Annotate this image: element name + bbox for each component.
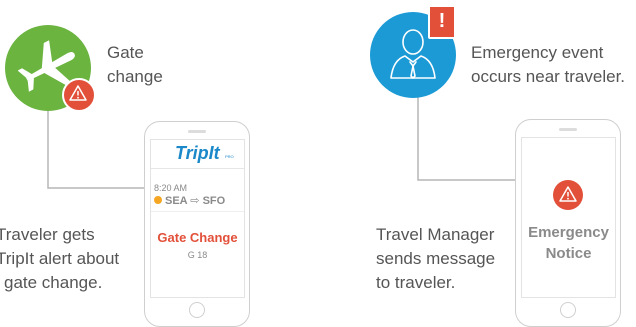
phone-screen: Emergency Notice [521,137,616,298]
caption-line: Traveler gets [0,225,95,244]
emergency-event-label: Emergency event occurs near traveler. [471,41,625,89]
flight-route: SEA ⇨ SFO [154,194,225,207]
flight-time: 8:20 AM [154,183,188,193]
label-line: Gate [107,43,144,62]
emergency-notice-text: Emergency Notice [522,222,615,264]
caption-line: sends message [376,249,496,268]
caption-line: to traveler. [376,273,456,292]
notice-line: Notice [545,245,592,262]
label-line: Emergency event [471,43,604,62]
tripit-header: TripIt PRO [151,140,244,169]
tripit-logo: TripIt [175,143,220,163]
phone-right: Emergency Notice [515,119,621,327]
caption-line: Travel Manager [376,225,495,244]
status-dot [154,196,162,204]
caption-line: TripIt alert about [0,249,120,268]
phone-speaker [559,128,577,131]
label-line: change [107,67,163,86]
home-button [560,302,576,318]
phone-screen: TripIt PRO 8:20 AM SEA ⇨ SFO Gate Change… [150,139,245,298]
phone-speaker [188,130,206,133]
tripit-pro-tag: PRO [225,154,234,159]
infographic: Gate change Traveler gets TripIt alert a… [0,0,636,327]
destination-code: SFO [202,195,226,207]
route-arrow: ⇨ [190,195,200,207]
gate-change-label: Gate change [107,41,163,89]
warning-icon [69,85,87,101]
notice-line: Emergency [528,224,609,241]
screen-divider [151,211,244,212]
traveler-caption: Traveler gets TripIt alert about gate ch… [0,223,119,295]
warning-icon [559,186,577,202]
travel-manager-caption: Travel Manager sends message to traveler… [376,223,495,295]
exclamation-icon: ! [438,10,446,32]
origin-code: SEA [165,195,188,207]
gate-change-alert-title: Gate Change [157,230,238,245]
home-button [189,302,205,318]
label-line: occurs near traveler. [471,67,626,86]
caption-line: gate change. [4,273,103,292]
phone-left: TripIt PRO 8:20 AM SEA ⇨ SFO Gate Change… [144,121,250,327]
right-connector-line [417,80,530,181]
gate-number: G 18 [187,250,208,260]
